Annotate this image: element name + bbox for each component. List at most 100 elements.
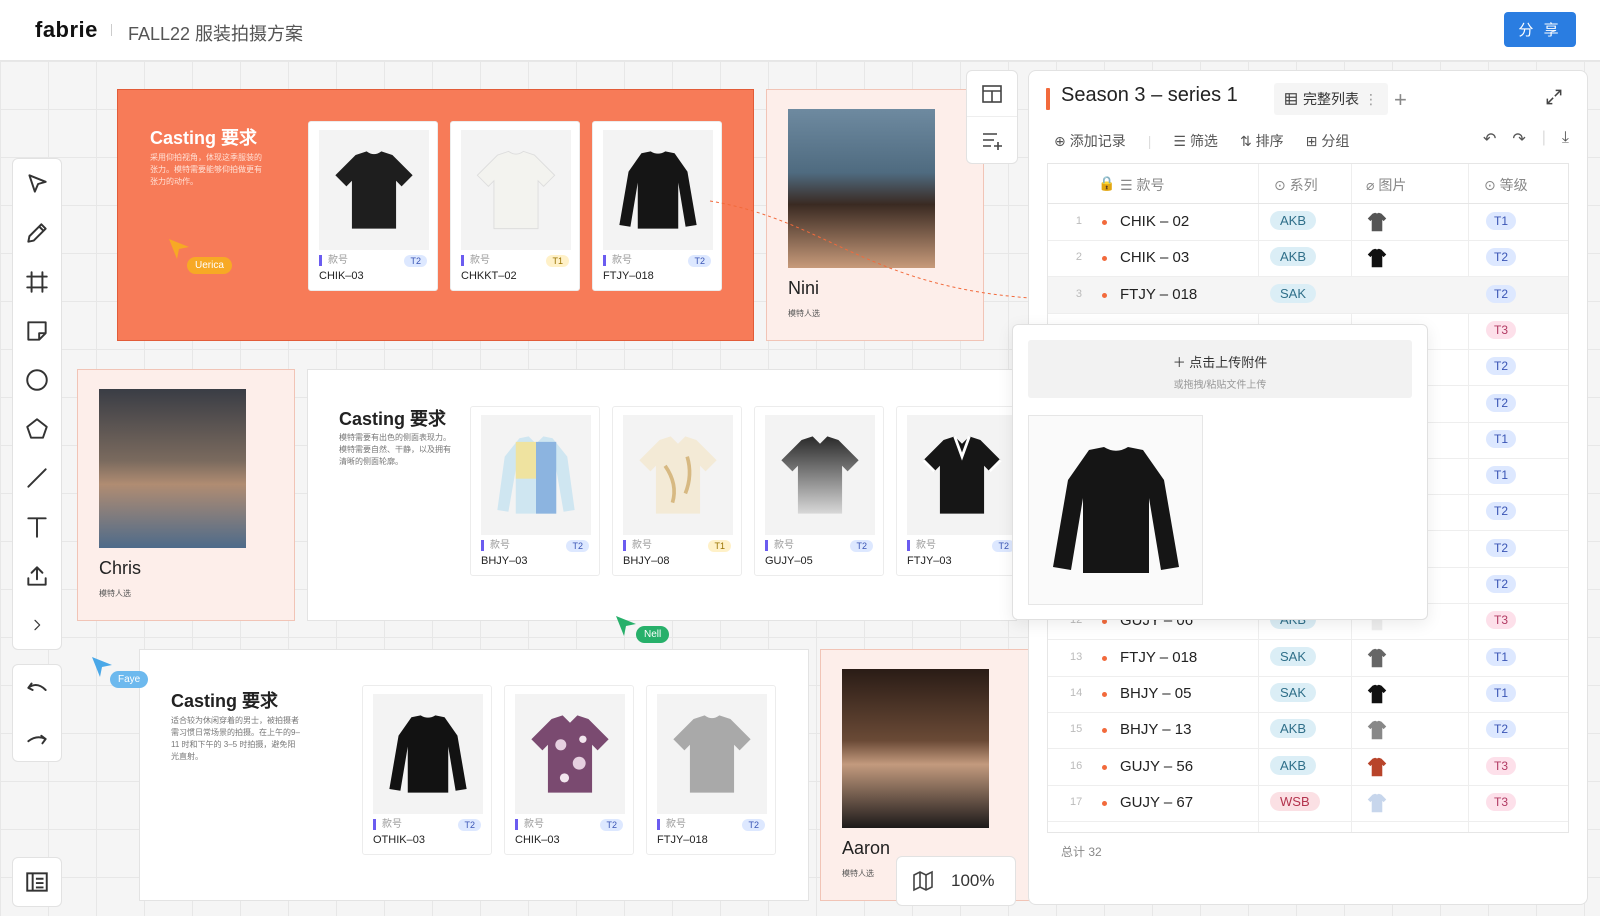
zoom-control[interactable]: 100%: [896, 856, 1016, 906]
row-thumbnail[interactable]: [1366, 682, 1388, 706]
row-code: BHJY – 05: [1120, 684, 1192, 702]
table-row[interactable]: 15 BHJY – 13 AKB T2: [1048, 712, 1568, 750]
row-thumbnail[interactable]: [1366, 755, 1388, 779]
product-card[interactable]: 款号 T2 BHJY–03: [470, 406, 600, 576]
undo-button[interactable]: [13, 665, 61, 714]
product-card[interactable]: 款号 T2 FTJY–018: [592, 121, 722, 291]
expand-icon: [1546, 89, 1562, 105]
column-header-image[interactable]: ⌀ 图片: [1366, 175, 1406, 195]
zoom-level: 100%: [951, 871, 995, 890]
row-thumbnail[interactable]: [1366, 210, 1388, 234]
model-card-chris[interactable]: Chris 模特人选: [77, 369, 295, 621]
upload-tool[interactable]: [13, 551, 61, 600]
map-icon: [913, 870, 933, 892]
casting-board-2[interactable]: Casting 要求 模特需要有出色的侧面表现力。模特需要自然、干静，以及拥有清…: [307, 369, 1017, 621]
table-row[interactable]: 14 BHJY – 05 SAK T1: [1048, 676, 1568, 713]
row-thumbnail[interactable]: [1366, 246, 1388, 270]
table-row[interactable]: 2 CHIK – 03 AKB T2: [1048, 240, 1568, 278]
table-row[interactable]: 1 CHIK – 02 AKB T1: [1048, 204, 1568, 241]
row-thumbnail[interactable]: [1366, 791, 1388, 815]
add-record-button[interactable]: ⊕ 添加记录: [1054, 131, 1126, 151]
download-icon[interactable]: ⤓: [1562, 129, 1569, 149]
collaborator-cursor-uerica: Uerica: [167, 237, 232, 274]
card-code: CHIK–03: [319, 270, 364, 282]
column-header-code[interactable]: ☰ 款号: [1120, 175, 1164, 195]
text-tool[interactable]: [13, 502, 61, 551]
frame-tool[interactable]: [13, 257, 61, 306]
expand-button[interactable]: [1544, 87, 1564, 112]
table-row[interactable]: 17 GUJY – 67 WSB T3: [1048, 785, 1568, 822]
row-number: 15: [1070, 723, 1083, 736]
column-header-grade[interactable]: ⊙ 等级: [1484, 175, 1528, 195]
table-actions: ⊕ 添加记录 | ☰ 筛选 ⇅ 排序 ⊞ 分组: [1054, 131, 1349, 151]
redo-icon[interactable]: ↷: [1512, 129, 1525, 149]
sticky-note-tool[interactable]: [13, 306, 61, 355]
row-thumbnail[interactable]: [1366, 646, 1388, 670]
casting-board-1[interactable]: Casting 要求 采用仰拍视角，体现这季服装的张力。模特需要能够仰拍做更有张…: [117, 89, 754, 341]
column-header-series[interactable]: ⊙ 系列: [1274, 175, 1318, 195]
grade-tag: T3: [1486, 320, 1517, 339]
redo-button[interactable]: [13, 714, 61, 763]
group-button[interactable]: ⊞ 分组: [1306, 131, 1350, 151]
product-card[interactable]: 款号 T2 CHIK–03: [308, 121, 438, 291]
product-card[interactable]: 款号 T1 BHJY–08: [612, 406, 742, 576]
app-logo[interactable]: fabrie: [35, 17, 98, 43]
upload-dropzone[interactable]: ＋ 点击上传附件 或拖拽/粘贴文件上传: [1028, 340, 1412, 398]
product-card[interactable]: 款号 T2 CHIK–03: [504, 685, 634, 855]
product-image: [765, 415, 875, 535]
row-number: 16: [1070, 759, 1083, 772]
circle-tool[interactable]: [13, 355, 61, 404]
add-circle-icon: ⊕: [1054, 132, 1066, 149]
undo-icon[interactable]: ↶: [1483, 129, 1496, 149]
card-label: 款号: [603, 255, 632, 266]
title-divider: [111, 24, 112, 36]
status-dot: [1102, 292, 1107, 298]
card-label: 款号: [319, 255, 348, 266]
add-list-button[interactable]: [967, 117, 1017, 163]
model-card-nini[interactable]: Nini 模特人选: [766, 89, 984, 341]
row-thumbnail[interactable]: [1366, 718, 1388, 742]
series-tag: AKB: [1270, 719, 1317, 739]
table-row[interactable]: 3 FTJY – 018 SAK T2: [1048, 276, 1568, 314]
status-dot: [1102, 691, 1107, 697]
table-row[interactable]: 13 FTJY – 018 SAK T1: [1048, 640, 1568, 677]
view-selector[interactable]: 完整列表 ⋮: [1274, 83, 1388, 115]
sort-icon: ⇅: [1239, 132, 1252, 149]
polygon-tool[interactable]: [13, 404, 61, 453]
filter-button[interactable]: ☰ 筛选: [1173, 131, 1218, 151]
casting-board-3[interactable]: Casting 要求 适合较为休闲穿着的男士，被拍摄者需习惯日常场景的拍摄。在上…: [139, 649, 809, 901]
grade-tag: T1: [1486, 647, 1517, 666]
card-code: FTJY–018: [657, 834, 708, 846]
select-tool[interactable]: [13, 159, 61, 208]
product-card[interactable]: 款号 T1 CHKKT–02: [450, 121, 580, 291]
layers-panel-button[interactable]: [12, 857, 62, 907]
more-tools-button[interactable]: [13, 600, 61, 649]
row-number: 13: [1070, 650, 1083, 663]
product-card[interactable]: 款号 T2 FTJY–03: [896, 406, 1016, 576]
drawing-toolbar: [12, 158, 62, 650]
product-card[interactable]: 款号 T2 GUJY–05: [754, 406, 884, 576]
line-tool[interactable]: [13, 453, 61, 502]
share-button[interactable]: 分 享: [1504, 12, 1576, 47]
product-image: [515, 694, 625, 814]
model-photo: [842, 669, 989, 828]
chevron-right-icon: [34, 619, 41, 630]
document-title[interactable]: FALL22 服装拍摄方案: [128, 20, 303, 46]
grade-tag: T2: [1486, 284, 1517, 303]
panel-title[interactable]: Season 3 – series 1: [1061, 84, 1238, 107]
product-card[interactable]: 款号 T2 OTHIK–03: [362, 685, 492, 855]
grade-tag: T1: [1486, 429, 1517, 448]
group-icon: ⊞: [1305, 132, 1318, 149]
table-view-button[interactable]: [967, 71, 1017, 117]
grade-tag: T1: [1486, 212, 1517, 230]
attachment-thumbnail[interactable]: [1028, 415, 1203, 605]
card-code: GUJY–05: [765, 555, 813, 567]
card-code: BHJY–08: [623, 555, 670, 567]
add-view-button[interactable]: +: [1394, 87, 1407, 113]
product-card[interactable]: 款号 T2 FTJY–018: [646, 685, 776, 855]
sort-button[interactable]: ⇅ 排序: [1240, 131, 1284, 151]
table-row[interactable]: 16 GUJY – 56 AKB T3: [1048, 749, 1568, 786]
pen-tool[interactable]: [13, 208, 61, 257]
line-icon: [27, 467, 47, 488]
grade-tag: T2: [1486, 357, 1517, 376]
